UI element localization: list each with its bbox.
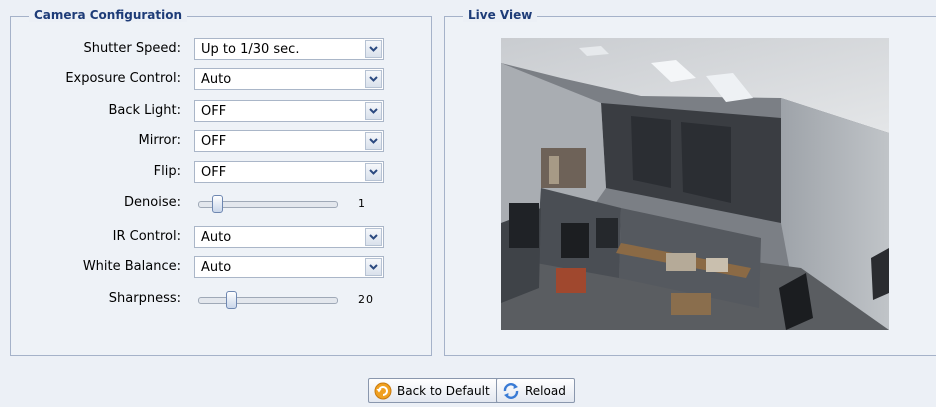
camera-configuration-panel: Camera Configuration Shutter Speed: Up t…: [10, 8, 432, 356]
refresh-icon: [501, 381, 521, 401]
flip-label: Flip:: [153, 164, 181, 179]
white-balance-row: White Balance: Auto: [11, 256, 431, 280]
sharpness-slider[interactable]: [198, 291, 338, 309]
chevron-down-icon[interactable]: [365, 258, 382, 276]
flip-row: Flip: OFF: [11, 161, 431, 185]
white-balance-select[interactable]: Auto: [194, 256, 384, 278]
chevron-down-icon[interactable]: [365, 228, 382, 246]
reload-label: Reload: [525, 383, 566, 398]
white-balance-label: White Balance:: [82, 259, 181, 274]
chevron-down-icon[interactable]: [365, 163, 382, 181]
shutter-speed-row: Shutter Speed: Up to 1/30 sec.: [11, 38, 431, 62]
sharpness-label: Sharpness:: [108, 291, 181, 306]
back-light-select[interactable]: OFF: [194, 100, 384, 122]
camera-configuration-title: Camera Configuration: [29, 8, 188, 22]
chevron-down-icon[interactable]: [365, 40, 382, 58]
sharpness-slider-track[interactable]: [198, 297, 338, 304]
exposure-control-row: Exposure Control: Auto: [11, 68, 431, 92]
denoise-label: Denoise:: [124, 195, 181, 210]
reload-button[interactable]: Reload: [496, 378, 575, 403]
action-bar: Back to Default Reload: [0, 378, 936, 404]
white-balance-value: Auto: [201, 260, 232, 275]
chevron-down-icon[interactable]: [365, 102, 382, 120]
sharpness-row: Sharpness: 20: [11, 288, 431, 312]
chevron-down-icon[interactable]: [365, 132, 382, 150]
exposure-control-label: Exposure Control:: [65, 71, 181, 86]
mirror-label: Mirror:: [138, 133, 181, 148]
back-light-value: OFF: [201, 104, 227, 119]
undo-arrow-icon: [373, 381, 393, 401]
flip-value: OFF: [201, 165, 227, 180]
mirror-value: OFF: [201, 134, 227, 149]
back-light-row: Back Light: OFF: [11, 100, 431, 124]
live-view-panel: Live View: [444, 8, 936, 356]
ir-control-value: Auto: [201, 230, 232, 245]
denoise-slider-thumb[interactable]: [212, 195, 223, 213]
back-to-default-button[interactable]: Back to Default: [368, 378, 499, 403]
denoise-slider[interactable]: [198, 195, 338, 213]
shutter-speed-value: Up to 1/30 sec.: [201, 42, 300, 57]
mirror-select[interactable]: OFF: [194, 130, 384, 152]
office-camera-image: [501, 38, 889, 330]
shutter-speed-select[interactable]: Up to 1/30 sec.: [194, 38, 384, 60]
shutter-speed-label: Shutter Speed:: [83, 41, 181, 56]
chevron-down-icon[interactable]: [365, 70, 382, 88]
denoise-value: 1: [358, 197, 366, 210]
exposure-control-value: Auto: [201, 72, 232, 87]
back-light-label: Back Light:: [108, 103, 181, 118]
ir-control-row: IR Control: Auto: [11, 226, 431, 250]
exposure-control-select[interactable]: Auto: [194, 68, 384, 90]
sharpness-slider-thumb[interactable]: [226, 291, 237, 309]
mirror-row: Mirror: OFF: [11, 130, 431, 154]
flip-select[interactable]: OFF: [194, 161, 384, 183]
back-to-default-label: Back to Default: [397, 383, 490, 398]
live-view-title: Live View: [463, 8, 538, 22]
ir-control-select[interactable]: Auto: [194, 226, 384, 248]
denoise-row: Denoise: 1: [11, 192, 431, 216]
ir-control-label: IR Control:: [112, 229, 181, 244]
sharpness-value: 20: [358, 293, 374, 306]
live-video-feed: [501, 38, 889, 330]
